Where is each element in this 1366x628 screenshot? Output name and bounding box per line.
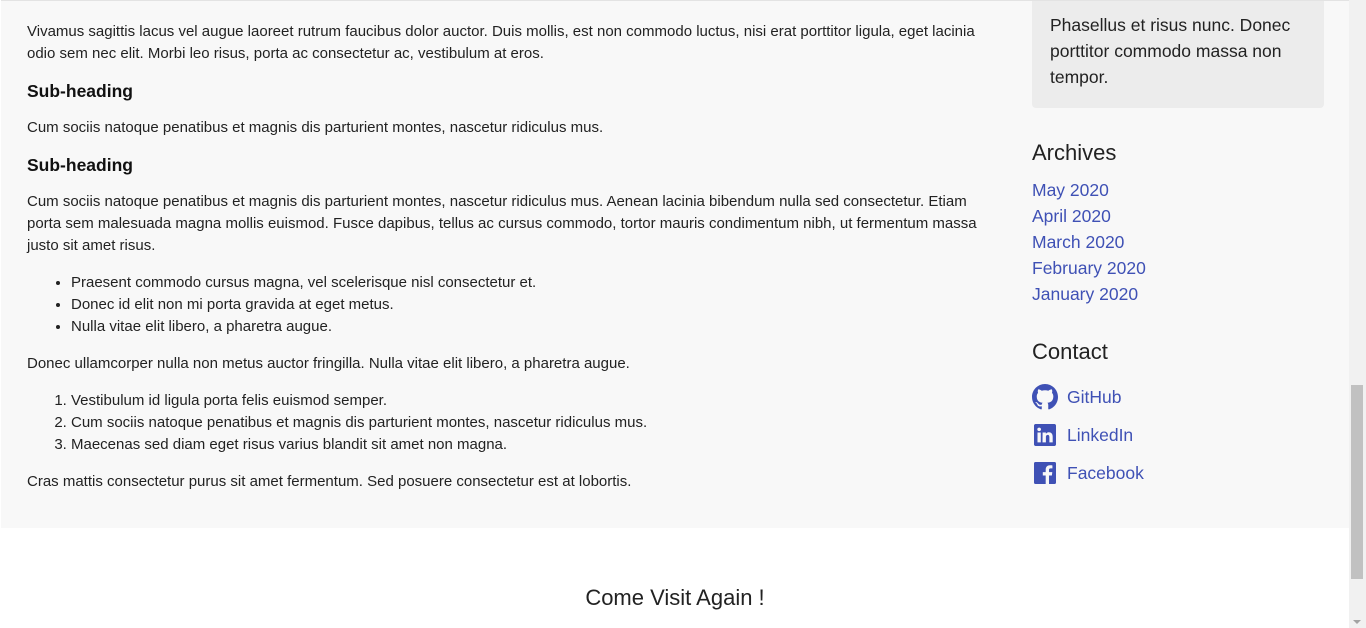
about-text: Phasellus et risus nunc. Donec porttitor… [1050,15,1291,87]
archives-heading: Archives [1032,140,1117,165]
paragraph: Cum sociis natoque penatibus et magnis d… [27,119,604,136]
paragraph: Vivamus sagittis lacus vel augue laoreet… [27,23,975,62]
archive-item: March 2020 [1032,229,1324,255]
archive-item: May 2020 [1032,177,1324,203]
archives-list: May 2020 April 2020 March 2020 February … [1032,177,1324,307]
main-content: Vivamus sagittis lacus vel augue laoreet… [27,21,987,508]
sub-heading: Sub-heading [27,81,133,101]
linkedin-link[interactable]: LinkedIn [1067,425,1133,446]
scroll-down-arrow-icon[interactable] [1353,620,1361,624]
list-item: Nulla vitae elit libero, a pharetra augu… [71,316,987,338]
facebook-icon[interactable] [1032,460,1058,486]
archive-link-march-2020[interactable]: March 2020 [1032,232,1124,252]
list-item: Cum sociis natoque penatibus et magnis d… [71,412,987,434]
content-band: Vivamus sagittis lacus vel augue laoreet… [1,0,1349,528]
paragraph: Cras mattis consectetur purus sit amet f… [27,473,632,490]
bullet-list: Praesent commodo cursus magna, vel scele… [71,272,987,338]
vertical-scrollbar[interactable] [1349,0,1366,628]
contact-heading: Contact [1032,339,1108,364]
linkedin-icon[interactable] [1032,422,1058,448]
list-item: Donec id elit non mi porta gravida at eg… [71,294,987,316]
contact-item-github: GitHub [1032,378,1324,416]
paragraph: Cum sociis natoque penatibus et magnis d… [27,193,977,254]
archive-item: April 2020 [1032,203,1324,229]
contact-item-linkedin: LinkedIn [1032,416,1324,454]
contact-list: GitHub LinkedIn Facebook [1032,378,1324,492]
numbered-list: Vestibulum id ligula porta felis euismod… [71,390,987,456]
sidebar: Phasellus et risus nunc. Donec porttitor… [1032,1,1324,492]
archive-link-february-2020[interactable]: February 2020 [1032,258,1146,278]
about-box: Phasellus et risus nunc. Donec porttitor… [1032,1,1324,108]
list-item: Vestibulum id ligula porta felis euismod… [71,390,987,412]
archive-link-may-2020[interactable]: May 2020 [1032,180,1109,200]
github-link[interactable]: GitHub [1067,387,1121,408]
sub-heading: Sub-heading [27,155,133,175]
paragraph: Donec ullamcorper nulla non metus auctor… [27,355,630,372]
facebook-link[interactable]: Facebook [1067,463,1144,484]
list-item: Praesent commodo cursus magna, vel scele… [71,272,987,294]
archive-link-april-2020[interactable]: April 2020 [1032,206,1111,226]
footer-message: Come Visit Again ! [585,585,765,610]
github-icon[interactable] [1032,384,1058,410]
list-item: Maecenas sed diam eget risus varius blan… [71,434,987,456]
contact-item-facebook: Facebook [1032,454,1324,492]
archive-item: January 2020 [1032,281,1324,307]
scrollbar-thumb[interactable] [1351,385,1363,579]
archive-item: February 2020 [1032,255,1324,281]
archive-link-january-2020[interactable]: January 2020 [1032,284,1138,304]
